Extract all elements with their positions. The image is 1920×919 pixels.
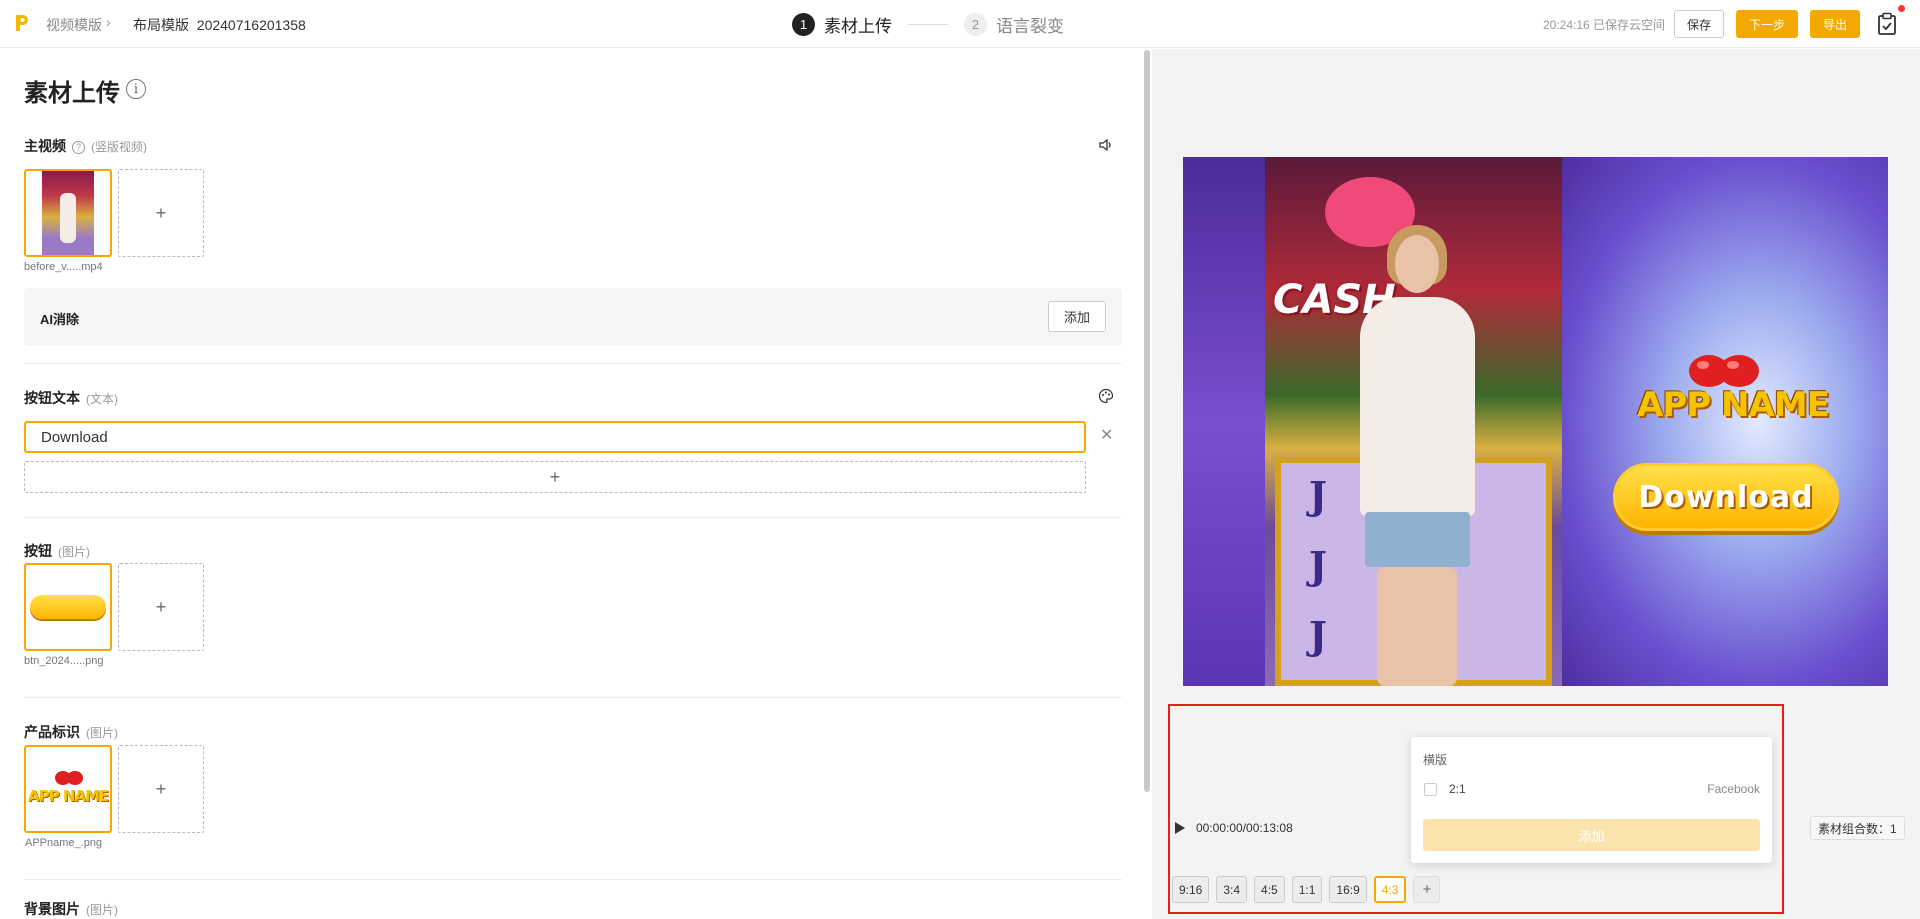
speaker-icon[interactable]	[1098, 137, 1114, 153]
notification-dot	[1898, 5, 1905, 12]
ai-erase-label: AI消除	[40, 312, 80, 327]
app-logo-icon[interactable]	[14, 13, 30, 33]
breadcrumb-video-template[interactable]: 视频模版	[46, 15, 102, 35]
boxing-gloves-icon	[55, 771, 83, 785]
preview-canvas: CASH J J J APP NAME Download	[1183, 157, 1888, 686]
next-step-button[interactable]: 下一步	[1736, 10, 1798, 38]
breadcrumb-separator: ›	[106, 14, 111, 30]
project-name: 20240716201358	[196, 17, 306, 33]
main-video-filename: before_v.....mp4	[24, 261, 103, 273]
play-icon[interactable]	[1175, 822, 1185, 834]
ratio-popup: 横版 2:1 Facebook 添加	[1411, 737, 1772, 863]
playback-time: 00:00:00/00:13:08	[1196, 821, 1293, 835]
help-icon[interactable]: ?	[72, 141, 85, 154]
top-bar: 视频模版 › 布局模版 20240716201358 1 素材上传 2 语言裂变…	[0, 0, 1920, 48]
ratio-selector: 9:16 3:4 4:5 1:1 16:9 4:3 +	[1172, 876, 1441, 903]
ratio-4-3-button[interactable]: 4:3	[1373, 876, 1407, 903]
info-icon[interactable]: i	[126, 79, 146, 99]
ratio-4-5-button[interactable]: 4:5	[1254, 876, 1285, 903]
main-video-thumbnail[interactable]	[24, 169, 112, 257]
button-thumb-image	[30, 595, 106, 619]
logo-thumbnail[interactable]: APP NAME	[24, 745, 112, 833]
add-button-image-button[interactable]: +	[118, 563, 204, 651]
button-image-filename: btn_2024.....png	[24, 655, 104, 667]
divider	[24, 879, 1122, 880]
main-video-section-label: 主视频? (竖版视频)	[24, 136, 147, 156]
palette-icon[interactable]	[1098, 388, 1114, 404]
preview-download-button: Download	[1613, 463, 1839, 531]
add-logo-button[interactable]: +	[118, 745, 204, 833]
material-upload-panel: 素材上传 i 主视频? (竖版视频) + before_v.....mp4 AI消…	[0, 49, 1148, 919]
combo-count-badge: 素材组合数：1	[1810, 816, 1905, 840]
ratio-9-16-button[interactable]: 9:16	[1172, 876, 1210, 903]
preview-app-name: APP NAME	[1637, 385, 1830, 425]
clipboard-check-icon[interactable]	[1877, 12, 1897, 36]
button-image-thumbnail[interactable]	[24, 563, 112, 651]
step-1-label[interactable]: 素材上传	[824, 12, 892, 37]
reel-symbol: J	[1309, 543, 1327, 588]
button-text-input[interactable]	[24, 421, 1086, 453]
clear-text-icon[interactable]: ✕	[1100, 425, 1113, 445]
reel-symbol: J	[1309, 473, 1327, 518]
ratio-3-4-button[interactable]: 3:4	[1216, 876, 1248, 903]
background-label: 背景图片	[24, 901, 80, 917]
ratio-1-1-button[interactable]: 1:1	[1291, 876, 1323, 903]
preview-video: CASH J J J	[1265, 157, 1562, 686]
popup-section-title: 横版	[1423, 753, 1448, 767]
background-sub: (图片)	[86, 903, 118, 917]
logo-sub: (图片)	[86, 726, 118, 740]
breadcrumb-layout-template: 布局模版	[133, 17, 189, 33]
save-button[interactable]: 保存	[1674, 10, 1724, 38]
divider	[24, 517, 1122, 518]
divider	[24, 697, 1122, 698]
thumb-person	[60, 193, 76, 243]
logo-label: 产品标识	[24, 724, 80, 740]
button-image-label: 按钮	[24, 543, 52, 559]
ratio-16-9-button[interactable]: 16:9	[1329, 876, 1367, 903]
step-2-number: 2	[964, 12, 987, 36]
boxing-gloves-icon	[1689, 355, 1759, 387]
presenter-legs	[1377, 567, 1457, 686]
logo-thumb-text: APP NAME	[28, 787, 109, 805]
popup-platform-label: Facebook	[1707, 782, 1760, 796]
popup-ratio-label[interactable]: 2:1	[1449, 782, 1466, 796]
step-connector	[908, 23, 948, 25]
main-video-label: 主视频	[24, 138, 66, 154]
main-video-sub: (竖版视频)	[91, 140, 147, 154]
presenter-body	[1360, 297, 1475, 517]
button-image-section-label: 按钮 (图片)	[24, 541, 90, 561]
step-2-label[interactable]: 语言裂变	[996, 12, 1064, 37]
background-section-label: 背景图片 (图片)	[24, 899, 118, 919]
breadcrumb-project: 布局模版 20240716201358	[133, 15, 306, 35]
button-image-sub: (图片)	[58, 545, 90, 559]
ai-erase-add-button[interactable]: 添加	[1048, 301, 1106, 332]
divider	[24, 363, 1122, 364]
popup-add-button[interactable]: 添加	[1423, 819, 1760, 851]
step-indicator: 1 素材上传 2 语言裂变	[792, 11, 1064, 37]
add-button-text-button[interactable]: +	[24, 461, 1086, 493]
step-1-number: 1	[792, 12, 815, 36]
logo-section-label: 产品标识 (图片)	[24, 722, 118, 742]
logo-filename: APPname_.png	[25, 837, 103, 849]
ai-erase-box: AI消除 添加	[24, 288, 1122, 346]
presenter-shorts	[1365, 512, 1470, 567]
preview-background-left	[1183, 157, 1265, 686]
add-ratio-button[interactable]: +	[1413, 876, 1441, 903]
save-status: 20:24:16 已保存云空间	[1543, 18, 1666, 32]
ratio-checkbox[interactable]	[1424, 783, 1437, 796]
scrollbar[interactable]	[1144, 50, 1150, 792]
reel-symbol: J	[1309, 613, 1327, 658]
button-text-label: 按钮文本	[24, 390, 80, 406]
page-title: 素材上传	[24, 80, 120, 107]
add-main-video-button[interactable]: +	[118, 169, 204, 257]
button-text-section-label: 按钮文本 (文本)	[24, 388, 118, 408]
button-text-sub: (文本)	[86, 392, 118, 406]
export-button[interactable]: 导出	[1810, 10, 1860, 38]
presenter-head	[1395, 235, 1439, 293]
